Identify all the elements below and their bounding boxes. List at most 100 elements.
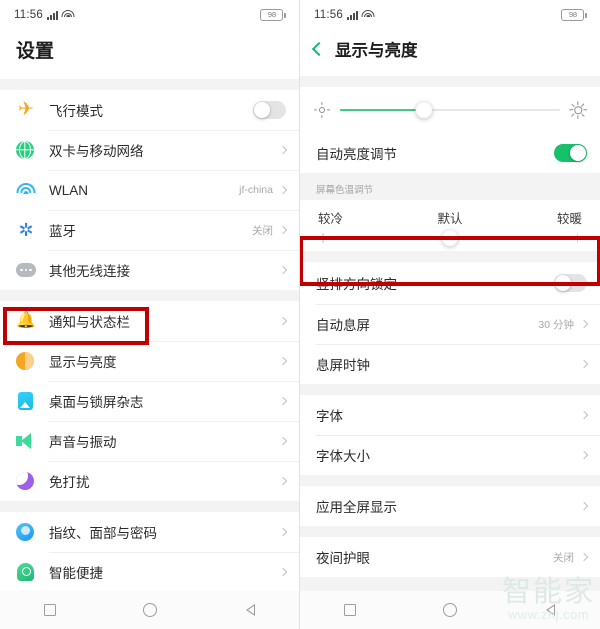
orientation-lock-toggle[interactable]	[554, 274, 587, 292]
row-orientation-lock[interactable]: 竖排方向锁定	[300, 262, 600, 304]
battery-icon: 98	[561, 9, 587, 21]
color-temp-section-header: 屏幕色温调节	[300, 173, 600, 200]
settings-group-system: 🔔 通知与状态栏 显示与亮度 桌面与锁屏杂志 声音与振动 免打扰	[0, 301, 299, 501]
row-label: 字体	[316, 409, 343, 424]
airplane-mode-toggle[interactable]	[253, 101, 286, 119]
recents-square-icon[interactable]	[43, 604, 56, 616]
display-icon	[16, 352, 49, 370]
chevron-right-icon	[278, 316, 288, 326]
sidebar-item-smart-assist[interactable]: 智能便捷	[0, 552, 299, 592]
nav-bar-left	[0, 591, 299, 629]
sidebar-item-fingerprint-face-password[interactable]: 指纹、面部与密码	[0, 512, 299, 552]
status-bar-left: 11:56 98	[0, 0, 299, 30]
color-temp-block: 较冷 默认 较暖	[300, 200, 600, 251]
row-font-size[interactable]: 字体大小	[300, 435, 600, 475]
brightness-slider-track[interactable]	[340, 101, 560, 119]
smart-assist-icon	[16, 563, 49, 581]
sidebar-item-other-wireless[interactable]: 其他无线连接	[0, 250, 299, 290]
nav-header: 显示与亮度	[300, 30, 600, 76]
row-value: 30 分钟	[538, 318, 574, 331]
group-gap	[0, 79, 299, 90]
row-ambient-clock[interactable]: 息屏时钟	[300, 344, 600, 384]
sidebar-item-display-brightness[interactable]: 显示与亮度	[0, 341, 299, 381]
row-label: 通知与状态栏	[49, 315, 130, 330]
display-options-group-3: 应用全屏显示	[300, 486, 600, 526]
status-bar-right: 11:56 98	[300, 0, 600, 30]
sidebar-item-wlan[interactable]: WLAN jf-china	[0, 170, 299, 210]
back-triangle-icon[interactable]	[545, 603, 556, 617]
sidebar-item-dual-sim-mobile-network[interactable]: 双卡与移动网络	[0, 130, 299, 170]
dots-icon	[16, 263, 49, 277]
row-label: 应用全屏显示	[316, 500, 397, 515]
row-value: jf-china	[239, 184, 273, 196]
group-gap	[300, 76, 600, 87]
row-label: 字体大小	[316, 449, 370, 464]
chevron-right-icon	[278, 396, 288, 406]
row-value: 关闭	[553, 551, 574, 564]
row-font[interactable]: 字体	[300, 395, 600, 435]
back-chevron-icon[interactable]	[311, 41, 327, 56]
row-label: 息屏时钟	[316, 358, 370, 373]
chevron-right-icon	[278, 436, 288, 446]
group-gap	[0, 290, 299, 301]
settings-group-network: ✈ 飞行模式 双卡与移动网络 WLAN jf-china ✲ 蓝牙 关闭 其他无…	[0, 90, 299, 290]
moon-icon	[16, 472, 49, 490]
row-label: 桌面与锁屏杂志	[49, 395, 144, 410]
fingerprint-face-icon	[16, 523, 49, 541]
sidebar-item-wallpaper-lockscreen[interactable]: 桌面与锁屏杂志	[0, 381, 299, 421]
row-night-eye-protection[interactable]: 夜间护眼 关闭	[300, 537, 600, 577]
chevron-right-icon	[579, 501, 589, 511]
battery-level: 98	[568, 10, 577, 20]
brightness-slider-row[interactable]	[300, 87, 600, 133]
chevron-right-icon	[278, 527, 288, 537]
chevron-right-icon	[278, 356, 288, 366]
sidebar-item-do-not-disturb[interactable]: 免打扰	[0, 461, 299, 501]
sidebar-item-airplane-mode[interactable]: ✈ 飞行模式	[0, 90, 299, 130]
display-options-group-4: 夜间护眼 关闭	[300, 537, 600, 577]
recents-square-icon[interactable]	[343, 604, 356, 616]
row-label: 竖排方向锁定	[316, 277, 397, 292]
battery-level: 98	[267, 10, 276, 20]
brightness-slider-knob[interactable]	[415, 101, 433, 119]
sidebar-item-sound-vibration[interactable]: 声音与振动	[0, 421, 299, 461]
row-label: 其他无线连接	[49, 264, 130, 279]
color-temp-tick-left	[322, 233, 324, 243]
row-label: 夜间护眼	[316, 551, 370, 566]
status-bar-left-group: 11:56	[314, 9, 375, 21]
row-label: 指纹、面部与密码	[49, 526, 157, 541]
chevron-right-icon	[278, 265, 288, 275]
chevron-right-icon	[579, 410, 589, 420]
dual-screenshot-container: 11:56 98 设置 ✈ 飞行模式 双卡与移动网络 WLAN jf-china…	[0, 0, 600, 629]
brightness-high-icon	[569, 101, 587, 119]
color-temp-tick-right	[576, 233, 578, 243]
wifi-icon	[16, 183, 49, 197]
chevron-right-icon	[278, 145, 288, 155]
auto-brightness-toggle[interactable]	[554, 144, 587, 162]
home-circle-icon[interactable]	[143, 603, 158, 617]
color-temp-warm-label: 较暖	[556, 212, 582, 226]
brightness-low-icon	[314, 102, 330, 118]
row-auto-brightness[interactable]: 自动亮度调节	[300, 133, 600, 173]
row-app-fullscreen-display[interactable]: 应用全屏显示	[300, 486, 600, 526]
color-temp-slider-track[interactable]	[322, 229, 578, 247]
bell-icon: 🔔	[16, 312, 36, 329]
row-label: 免打扰	[49, 475, 90, 490]
sidebar-item-notifications-statusbar[interactable]: 🔔 通知与状态栏	[0, 301, 299, 341]
back-triangle-icon[interactable]	[245, 603, 256, 617]
row-label: 双卡与移动网络	[49, 144, 144, 159]
page-title: 显示与亮度	[335, 42, 418, 60]
globe-icon	[16, 141, 49, 159]
bluetooth-icon: ✲	[18, 220, 34, 240]
home-circle-icon[interactable]	[443, 603, 458, 617]
chevron-right-icon	[579, 359, 589, 369]
chevron-right-icon	[278, 476, 288, 486]
sidebar-item-bluetooth[interactable]: ✲ 蓝牙 关闭	[0, 210, 299, 250]
color-temp-cool-label: 较冷	[318, 212, 344, 226]
row-label: 智能便捷	[49, 566, 103, 581]
group-gap	[300, 475, 600, 486]
nav-bar-right	[300, 591, 600, 629]
signal-bars-icon	[346, 10, 358, 20]
color-temp-slider-knob[interactable]	[441, 229, 459, 247]
row-auto-sleep[interactable]: 自动息屏 30 分钟	[300, 304, 600, 344]
chevron-right-icon	[579, 319, 589, 329]
